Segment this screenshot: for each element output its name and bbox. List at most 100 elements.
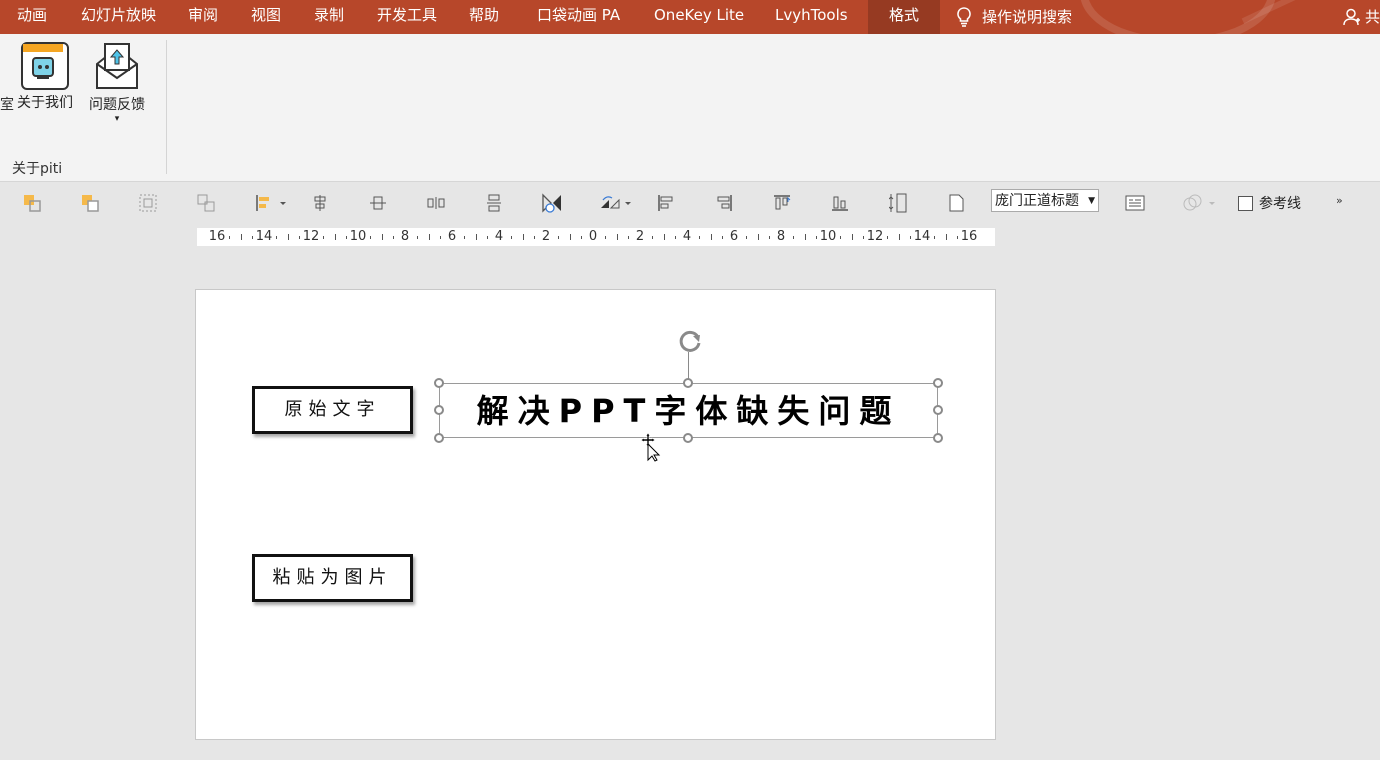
ruler-tick — [699, 236, 700, 239]
send-backward-icon[interactable] — [81, 194, 99, 212]
bring-forward-icon[interactable] — [23, 194, 41, 212]
align-middle-icon[interactable] — [369, 194, 387, 212]
ruler-tick — [229, 236, 230, 239]
ruler-tick — [793, 236, 794, 239]
ruler-tick — [957, 236, 958, 239]
ruler-label: 6 — [448, 228, 456, 246]
flip-animation-icon[interactable] — [541, 193, 563, 211]
ruler-tick — [276, 236, 277, 239]
tab-lvyhtools[interactable]: LvyhTools — [775, 0, 848, 34]
about-icon — [21, 42, 69, 90]
group-label: 关于piti — [12, 158, 62, 178]
about-us-label: 关于我们 — [14, 92, 76, 112]
ruler-label: 2 — [542, 228, 550, 246]
ruler-tick — [769, 236, 770, 239]
distribute-vertical-icon[interactable] — [485, 194, 503, 212]
ruler-tick — [840, 236, 841, 239]
resize-handle-top-left[interactable] — [434, 378, 444, 388]
selected-text[interactable]: 解决PPT字体缺失问题 — [440, 386, 937, 436]
about-us-button[interactable]: 关于我们 — [14, 42, 76, 112]
ruler-tick — [946, 234, 947, 240]
ungroup-icon[interactable] — [197, 194, 215, 212]
ribbon-tab-bar: 动画 幻灯片放映 审阅 视图 录制 开发工具 帮助 口袋动画 PA OneKey… — [0, 0, 1380, 34]
font-select[interactable]: 庞门正道标题▼ — [991, 189, 1099, 212]
align-right-icon[interactable] — [715, 194, 733, 212]
tell-me-search[interactable]: 操作说明搜索 — [956, 0, 1072, 34]
ruler-tick — [758, 234, 759, 240]
font-select-value: 庞门正道标题 — [995, 193, 1079, 209]
distribute-horizontal-icon[interactable] — [427, 194, 445, 212]
resize-handle-right[interactable] — [933, 405, 943, 415]
feedback-button[interactable]: 问题反馈 ▾ — [86, 42, 148, 124]
tab-view[interactable]: 视图 — [251, 0, 281, 34]
user-icon — [1343, 8, 1361, 26]
tab-help[interactable]: 帮助 — [469, 0, 499, 34]
horizontal-ruler[interactable]: 1614121086420246810121416 — [197, 228, 995, 246]
resize-handle-top-right[interactable] — [933, 378, 943, 388]
ruler-label: 0 — [589, 228, 597, 246]
ruler-tick — [675, 236, 676, 239]
tab-record[interactable]: 录制 — [314, 0, 344, 34]
ruler-tick — [746, 236, 747, 239]
ruler-tick — [534, 236, 535, 239]
tab-pocket-animation[interactable]: 口袋动画 PA — [537, 0, 620, 34]
share-label: 共 — [1365, 2, 1380, 32]
ruler-tick — [429, 234, 430, 240]
feedback-dropdown-arrow[interactable]: ▾ — [86, 114, 148, 124]
original-text-box[interactable]: 原始文字 — [252, 386, 413, 434]
tab-review[interactable]: 审阅 — [188, 0, 218, 34]
rotate-dropdown-icon[interactable] — [599, 194, 633, 212]
ruler-tick — [476, 234, 477, 240]
guides-checkbox[interactable]: 参考线 — [1238, 193, 1301, 213]
resize-handle-left[interactable] — [434, 405, 444, 415]
ruler-tick — [910, 236, 911, 239]
ruler-tick — [382, 234, 383, 240]
ruler-tick — [605, 236, 606, 239]
align-bottom-icon[interactable] — [831, 194, 849, 212]
checkbox[interactable] — [1238, 196, 1253, 211]
more-options-icon[interactable]: » — [1336, 194, 1343, 207]
ruler-tick — [852, 234, 853, 240]
ruler-tick — [570, 234, 571, 240]
truncated-label: 室 — [0, 94, 14, 114]
ruler-tick — [711, 234, 712, 240]
move-cursor-icon — [640, 432, 662, 462]
ruler-tick — [628, 236, 629, 239]
ruler-tick — [523, 234, 524, 240]
ruler-tick — [346, 236, 347, 239]
share-button[interactable]: 共 — [1343, 0, 1380, 34]
align-dropdown-icon[interactable] — [255, 194, 287, 212]
same-height-icon[interactable] — [889, 193, 907, 213]
tab-slideshow[interactable]: 幻灯片放映 — [81, 0, 156, 34]
tab-format[interactable]: 格式 — [868, 0, 940, 34]
tab-onekey-lite[interactable]: OneKey Lite — [654, 0, 744, 34]
ruler-label: 14 — [256, 228, 273, 246]
align-top-icon[interactable] — [773, 194, 791, 212]
slide-canvas[interactable] — [195, 289, 996, 740]
ruler-tick — [581, 236, 582, 239]
tab-animation[interactable]: 动画 — [17, 0, 47, 34]
resize-handle-bottom-right[interactable] — [933, 433, 943, 443]
ruler-tick — [722, 236, 723, 239]
resize-handle-bottom[interactable] — [683, 433, 693, 443]
text-box-icon[interactable] — [1125, 194, 1145, 212]
ruler-tick — [393, 236, 394, 239]
paste-as-image-box[interactable]: 粘贴为图片 — [252, 554, 413, 602]
ruler-tick — [863, 236, 864, 239]
align-left-icon[interactable] — [657, 194, 675, 212]
resize-handle-top[interactable] — [683, 378, 693, 388]
rotate-handle-icon[interactable] — [676, 327, 704, 355]
align-center-icon[interactable] — [311, 194, 329, 212]
resize-handle-bottom-left[interactable] — [434, 433, 444, 443]
ruler-tick — [664, 234, 665, 240]
ruler-label: 10 — [820, 228, 837, 246]
ruler-tick — [299, 236, 300, 239]
ruler-tick — [370, 236, 371, 239]
page-icon[interactable] — [947, 194, 965, 212]
ribbon-panel: 室 关于我们 问题反馈 ▾ 关于piti — [0, 34, 1380, 182]
ruler-tick — [417, 236, 418, 239]
ruler-tick — [323, 236, 324, 239]
ruler-tick — [335, 234, 336, 240]
group-icon[interactable] — [139, 194, 157, 212]
tab-developer[interactable]: 开发工具 — [377, 0, 437, 34]
